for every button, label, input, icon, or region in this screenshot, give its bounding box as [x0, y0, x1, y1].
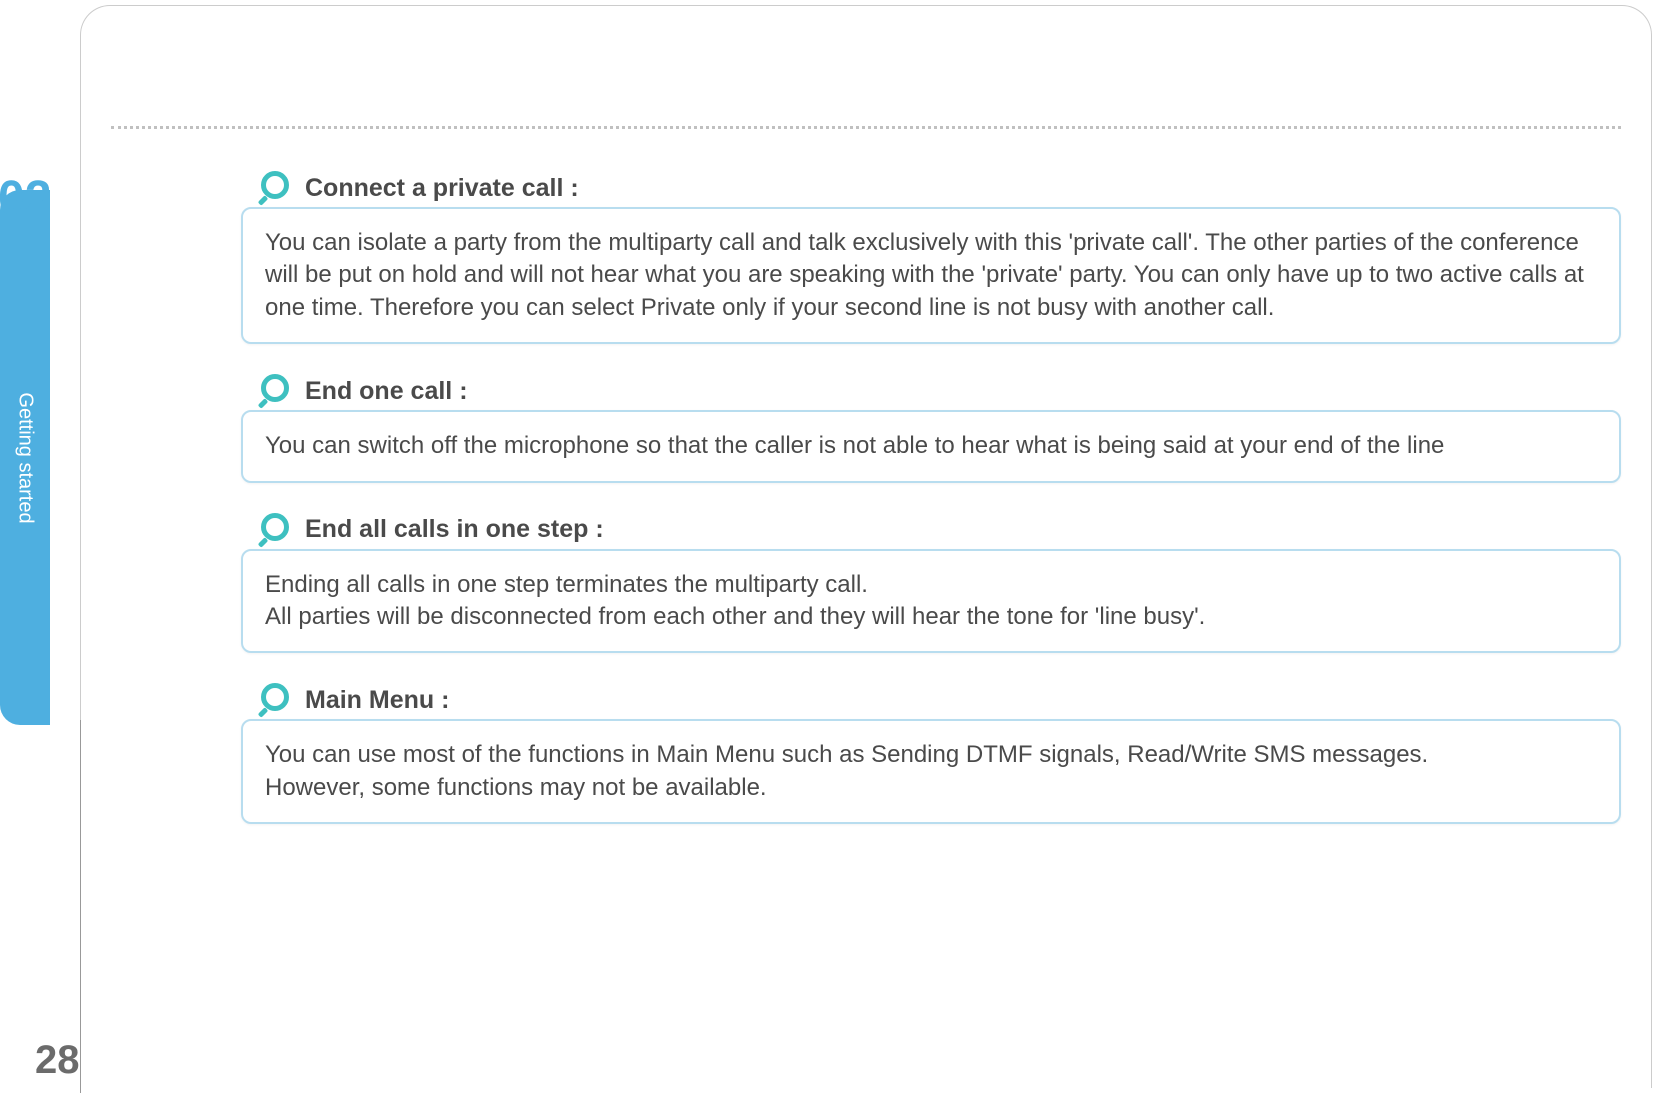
magnifier-icon: [259, 683, 293, 717]
section-body-box: Ending all calls in one step terminates …: [241, 549, 1621, 654]
section-title: End all calls in one step :: [305, 515, 604, 544]
magnifier-icon: [259, 513, 293, 547]
section-end-one-call: End one call : You can switch off the mi…: [241, 374, 1621, 482]
page-number: 28: [35, 1038, 80, 1083]
section-body-text: Ending all calls in one step terminates …: [265, 569, 1597, 634]
section-body-text: You can isolate a party from the multipa…: [265, 227, 1597, 324]
section-body-text: You can use most of the functions in Mai…: [265, 739, 1597, 804]
dotted-divider: [111, 126, 1621, 129]
section-body-text: You can switch off the microphone so tha…: [265, 430, 1597, 462]
content-area: Connect a private call : You can isolate…: [241, 171, 1621, 854]
section-main-menu: Main Menu : You can use most of the func…: [241, 683, 1621, 824]
vertical-divider: [80, 720, 81, 1093]
section-body-box: You can use most of the functions in Mai…: [241, 719, 1621, 824]
magnifier-icon: [259, 374, 293, 408]
page-frame: Connect a private call : You can isolate…: [80, 5, 1652, 1088]
section-header: End all calls in one step :: [241, 513, 1621, 547]
section-body-box: You can switch off the microphone so tha…: [241, 410, 1621, 482]
section-header: Main Menu :: [241, 683, 1621, 717]
side-tab-label: Getting started: [14, 392, 37, 523]
magnifier-icon: [259, 171, 293, 205]
section-title: Main Menu :: [305, 686, 449, 715]
section-connect-private-call: Connect a private call : You can isolate…: [241, 171, 1621, 344]
section-body-box: You can isolate a party from the multipa…: [241, 207, 1621, 344]
side-tab: Getting started: [0, 190, 50, 725]
chapter-number: 02: [0, 175, 51, 223]
section-header: End one call :: [241, 374, 1621, 408]
section-end-all-calls: End all calls in one step : Ending all c…: [241, 513, 1621, 654]
section-header: Connect a private call :: [241, 171, 1621, 205]
section-title: Connect a private call :: [305, 174, 579, 203]
section-title: End one call :: [305, 377, 468, 406]
